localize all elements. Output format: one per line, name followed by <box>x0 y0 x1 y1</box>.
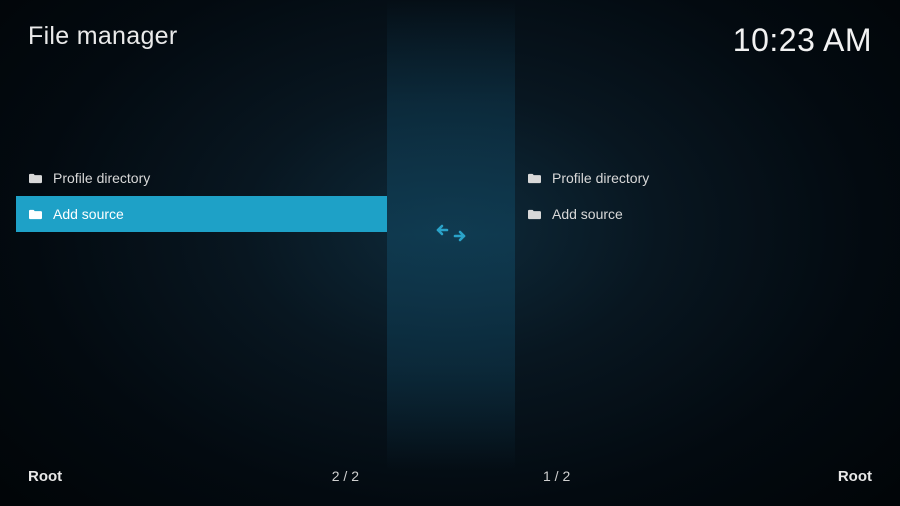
footer-right: 1 / 2 Root <box>515 460 900 506</box>
footer-gap <box>387 460 515 506</box>
app-window: File manager 10:23 AM Profile directory … <box>0 0 900 506</box>
right-panel: Profile directory Add source <box>515 160 886 446</box>
list-item-label: Profile directory <box>53 170 150 186</box>
folder-icon <box>527 172 542 185</box>
list-item-add-source[interactable]: Add source <box>515 196 886 232</box>
footer-count: 1 / 2 <box>543 468 570 484</box>
clock: 10:23 AM <box>733 22 872 59</box>
list-item-label: Add source <box>53 206 124 222</box>
left-panel: Profile directory Add source <box>16 160 387 446</box>
footer: Root 2 / 2 1 / 2 Root <box>0 460 900 506</box>
list-item-profile-directory[interactable]: Profile directory <box>515 160 886 196</box>
footer-path: Root <box>838 468 872 485</box>
footer-left: Root 2 / 2 <box>0 460 387 506</box>
list-item-label: Add source <box>552 206 623 222</box>
list-item-profile-directory[interactable]: Profile directory <box>16 160 387 196</box>
center-divider <box>387 0 515 470</box>
list-item-add-source[interactable]: Add source <box>16 196 387 232</box>
page-title: File manager <box>28 22 178 51</box>
folder-plus-icon <box>28 208 43 221</box>
list-item-label: Profile directory <box>552 170 649 186</box>
folder-plus-icon <box>527 208 542 221</box>
swap-arrows-icon <box>434 223 468 248</box>
footer-count: 2 / 2 <box>332 468 359 484</box>
folder-icon <box>28 172 43 185</box>
footer-path: Root <box>28 468 62 485</box>
